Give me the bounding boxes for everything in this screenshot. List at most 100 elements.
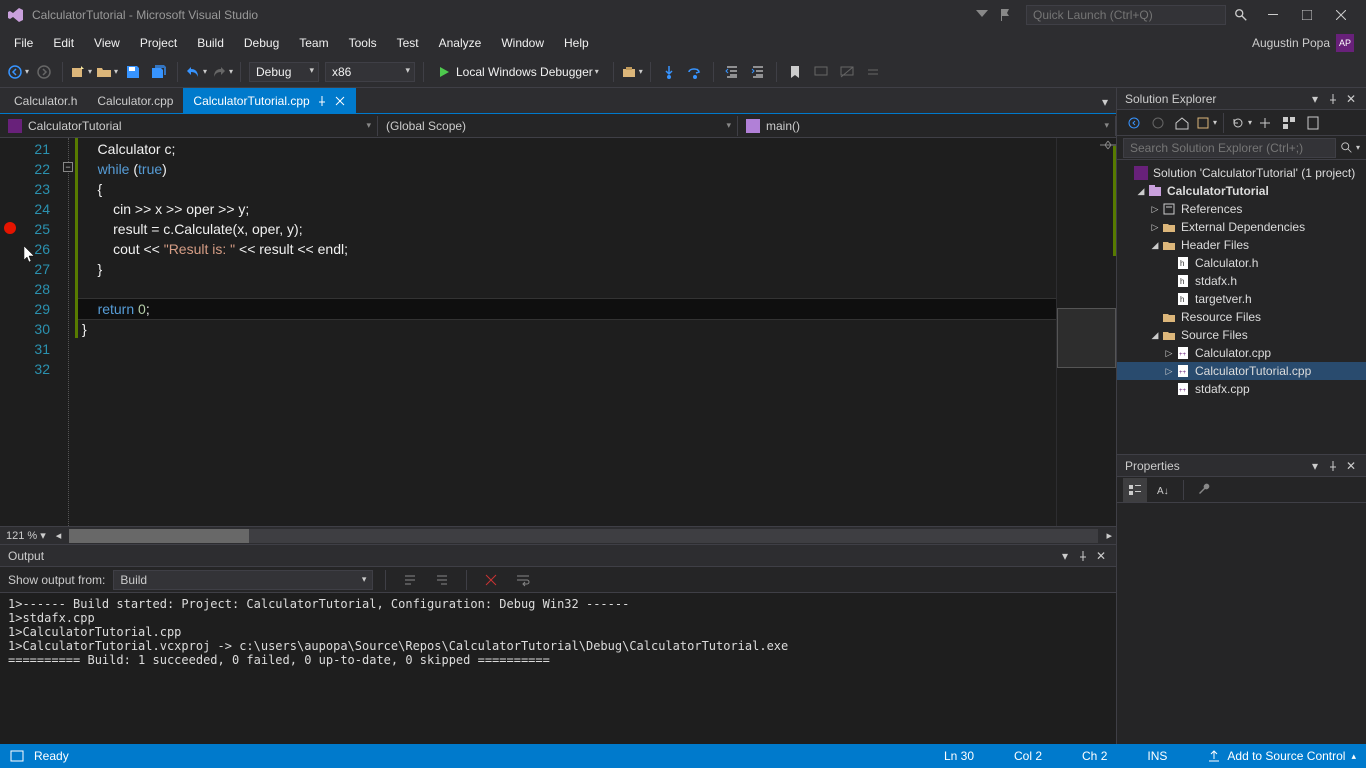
se-properties-button[interactable] <box>1302 112 1324 134</box>
se-refresh-button[interactable]: ▾ <box>1230 112 1252 134</box>
nav-scope-select[interactable]: (Global Scope) <box>378 116 738 136</box>
se-home-button[interactable] <box>1171 112 1193 134</box>
code-editor[interactable]: 212223242526272829303132 − Calculator c;… <box>0 138 1056 526</box>
code-line[interactable] <box>78 359 1056 379</box>
solution-tree[interactable]: Solution 'CalculatorTutorial' (1 project… <box>1117 160 1366 454</box>
expand-icon[interactable]: ▷ <box>1163 348 1175 359</box>
panel-close-button[interactable]: ✕ <box>1094 549 1108 563</box>
code-line[interactable]: { <box>78 179 1056 199</box>
config-select[interactable]: Debug <box>249 62 319 82</box>
code-line[interactable]: return 0; <box>78 299 1056 319</box>
code-line[interactable]: } <box>78 259 1056 279</box>
breakpoint-gutter[interactable] <box>0 138 20 526</box>
quick-launch-input[interactable] <box>1026 5 1226 25</box>
new-project-button[interactable]: ▾ <box>69 60 93 84</box>
output-next-button[interactable] <box>430 568 454 592</box>
menu-help[interactable]: Help <box>554 32 599 54</box>
tree-item[interactable]: ▷++Calculator.cpp <box>1117 344 1366 362</box>
close-icon[interactable] <box>334 95 346 107</box>
code-line[interactable]: cout << "Result is: " << result << endl; <box>78 239 1056 259</box>
props-dropdown-button[interactable]: ▾ <box>1308 459 1322 473</box>
menu-edit[interactable]: Edit <box>43 32 84 54</box>
code-line[interactable]: cin >> x >> oper >> y; <box>78 199 1056 219</box>
pin-icon[interactable] <box>316 95 328 107</box>
se-close-button[interactable]: ✕ <box>1344 92 1358 106</box>
indent-button[interactable] <box>746 60 770 84</box>
expand-icon[interactable]: ◢ <box>1149 330 1161 341</box>
step-into-button[interactable] <box>657 60 681 84</box>
close-button[interactable] <box>1324 2 1358 28</box>
expand-icon[interactable]: ◢ <box>1135 186 1147 197</box>
se-showall-button[interactable] <box>1278 112 1300 134</box>
tree-item[interactable]: ▷External Dependencies <box>1117 218 1366 236</box>
scroll-right-button[interactable]: ▸ <box>1102 529 1116 542</box>
zoom-select[interactable]: 121 % ▾ <box>0 529 52 542</box>
code-line[interactable] <box>78 279 1056 299</box>
menu-file[interactable]: File <box>4 32 43 54</box>
tree-item[interactable]: ◢CalculatorTutorial <box>1117 182 1366 200</box>
menu-view[interactable]: View <box>84 32 130 54</box>
output-wrap-button[interactable] <box>511 568 535 592</box>
code-line[interactable] <box>78 339 1056 359</box>
scroll-left-button[interactable]: ◂ <box>52 529 66 542</box>
code-line[interactable]: while (true) <box>78 159 1056 179</box>
outdent-button[interactable] <box>720 60 744 84</box>
expand-icon[interactable]: ▷ <box>1149 222 1161 233</box>
tree-item[interactable]: ▷References <box>1117 200 1366 218</box>
breakpoint-icon[interactable] <box>4 222 16 234</box>
expand-icon[interactable]: ◢ <box>1149 240 1161 251</box>
code-line[interactable]: result = c.Calculate(x, oper, y); <box>78 219 1056 239</box>
flag-icon[interactable] <box>998 7 1014 23</box>
output-clear-button[interactable] <box>479 568 503 592</box>
horizontal-scrollbar[interactable] <box>69 529 1098 543</box>
start-debug-button[interactable]: Local Windows Debugger ▾ <box>430 63 607 81</box>
toolbox-button[interactable]: ▾ <box>620 60 644 84</box>
avatar[interactable]: AP <box>1336 34 1354 52</box>
tree-item[interactable]: Resource Files <box>1117 308 1366 326</box>
props-categorized-button[interactable] <box>1123 478 1147 502</box>
menu-test[interactable]: Test <box>387 32 429 54</box>
output-text[interactable]: 1>------ Build started: Project: Calcula… <box>0 593 1116 744</box>
more-button[interactable] <box>861 60 885 84</box>
undo-button[interactable]: ▾ <box>184 60 208 84</box>
bookmark-button[interactable] <box>783 60 807 84</box>
output-prev-button[interactable] <box>398 568 422 592</box>
minimize-button[interactable] <box>1256 2 1290 28</box>
tree-item[interactable]: ◢Source Files <box>1117 326 1366 344</box>
expand-icon[interactable]: ▷ <box>1149 204 1161 215</box>
source-control-button[interactable]: Add to Source Control ▴ <box>1207 749 1356 763</box>
props-wrench-button[interactable] <box>1192 478 1216 502</box>
output-source-select[interactable]: Build <box>113 570 373 590</box>
nav-back-button[interactable]: ▾ <box>6 60 30 84</box>
nav-project-select[interactable]: CalculatorTutorial <box>0 116 378 136</box>
expand-icon[interactable]: ▷ <box>1163 366 1175 377</box>
se-search-input[interactable] <box>1123 138 1336 158</box>
tree-item[interactable]: hstdafx.h <box>1117 272 1366 290</box>
tree-item[interactable]: ▷++CalculatorTutorial.cpp <box>1117 362 1366 380</box>
user-area[interactable]: Augustin Popa AP <box>1252 34 1362 52</box>
se-dropdown-button[interactable]: ▾ <box>1308 92 1322 106</box>
maximize-button[interactable] <box>1290 2 1324 28</box>
menu-debug[interactable]: Debug <box>234 32 289 54</box>
tree-item[interactable]: htargetver.h <box>1117 290 1366 308</box>
menu-team[interactable]: Team <box>289 32 338 54</box>
save-all-button[interactable] <box>147 60 171 84</box>
tab-Calculator-h[interactable]: Calculator.h <box>4 88 87 113</box>
comment-button[interactable] <box>809 60 833 84</box>
code-body[interactable]: Calculator c; while (true) { cin >> x >>… <box>78 138 1056 526</box>
menu-tools[interactable]: Tools <box>339 32 387 54</box>
search-icon[interactable] <box>1234 8 1248 22</box>
tabs-overflow-button[interactable]: ▾ <box>1094 91 1116 113</box>
se-fwd-button[interactable] <box>1147 112 1169 134</box>
step-over-button[interactable] <box>683 60 707 84</box>
save-button[interactable] <box>121 60 145 84</box>
tab-CalculatorTutorial-cpp[interactable]: CalculatorTutorial.cpp <box>183 88 355 113</box>
code-line[interactable]: Calculator c; <box>78 139 1056 159</box>
uncomment-button[interactable] <box>835 60 859 84</box>
minimap[interactable] <box>1056 138 1116 526</box>
props-close-button[interactable]: ✕ <box>1344 459 1358 473</box>
menu-window[interactable]: Window <box>491 32 554 54</box>
code-line[interactable]: } <box>78 319 1056 339</box>
tree-item[interactable]: ◢Header Files <box>1117 236 1366 254</box>
menu-build[interactable]: Build <box>187 32 234 54</box>
